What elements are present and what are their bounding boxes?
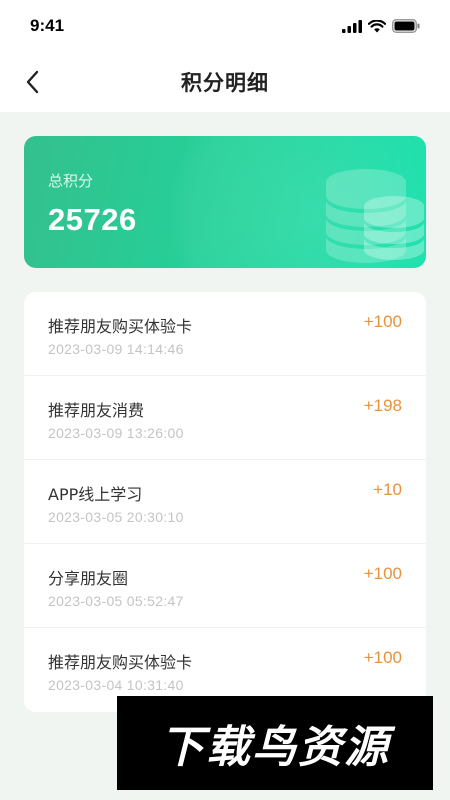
record-points: +10 <box>373 480 402 499</box>
wifi-icon <box>368 19 386 32</box>
points-records-list: 推荐朋友购买体验卡 2023-03-09 14:14:46 +100 推荐朋友消… <box>24 292 426 712</box>
watermark-text: 下载鸟资源 <box>160 722 390 773</box>
record-title: APP线上学习 <box>48 485 143 504</box>
record-title: 推荐朋友购买体验卡 <box>48 653 193 672</box>
record-time: 2023-03-05 20:30:10 <box>48 509 184 525</box>
list-item[interactable]: 推荐朋友消费 2023-03-09 13:26:00 +198 <box>24 376 426 460</box>
status-bar: 9:41 <box>0 0 450 52</box>
record-points: +100 <box>363 564 402 583</box>
record-time: 2023-03-09 13:26:00 <box>48 425 184 441</box>
page-title: 积分明细 <box>181 71 269 95</box>
record-time: 2023-03-05 05:52:47 <box>48 593 184 609</box>
coin-stack-icon <box>326 169 424 263</box>
back-button[interactable] <box>14 64 50 100</box>
total-points-value: 25726 <box>48 202 137 237</box>
record-points: +100 <box>363 312 402 331</box>
record-points: +100 <box>363 648 402 667</box>
record-title: 推荐朋友购买体验卡 <box>48 317 193 336</box>
record-time: 2023-03-09 14:14:46 <box>48 341 184 357</box>
nav-bar: 积分明细 <box>0 52 450 112</box>
points-summary-card: 总积分 25726 <box>24 136 426 268</box>
list-item[interactable]: 推荐朋友购买体验卡 2023-03-09 14:14:46 +100 <box>24 292 426 376</box>
status-icons <box>342 19 420 33</box>
cellular-signal-icon <box>342 19 362 33</box>
record-points: +198 <box>363 396 402 415</box>
record-time: 2023-03-04 10:31:40 <box>48 677 184 693</box>
total-points-label: 总积分 <box>48 172 94 190</box>
record-title: 推荐朋友消费 <box>48 401 145 420</box>
list-item[interactable]: 分享朋友圈 2023-03-05 05:52:47 +100 <box>24 544 426 628</box>
list-item[interactable]: APP线上学习 2023-03-05 20:30:10 +10 <box>24 460 426 544</box>
chevron-left-icon <box>26 70 39 94</box>
watermark-banner: 下载鸟资源 <box>117 696 433 790</box>
record-title: 分享朋友圈 <box>48 569 129 588</box>
status-time: 9:41 <box>30 16 65 35</box>
battery-icon <box>392 19 420 33</box>
